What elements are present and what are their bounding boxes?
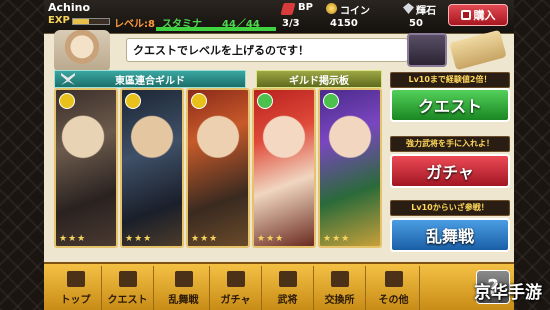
nav-other[interactable]: その他 — [368, 266, 420, 310]
nav-exchange[interactable]: 交換所 — [314, 266, 366, 310]
game-screen: Achino EXP レベル:8 スタミナ 44／44 BP 3/3 コイン 4… — [44, 0, 514, 310]
character-card[interactable]: ★★★ — [54, 88, 118, 248]
nav-busho[interactable]: 武将 — [262, 266, 314, 310]
attribute-icon — [125, 93, 141, 109]
bp-value: 3/3 — [282, 18, 300, 29]
treasure-chest-icon[interactable] — [407, 33, 447, 67]
character-card[interactable]: ★★★ — [120, 88, 184, 248]
crossed-swords-icon — [61, 73, 75, 85]
nav-label: ガチャ — [220, 295, 251, 306]
card-art — [254, 90, 314, 246]
gem-label: 輝石 — [416, 6, 436, 17]
card-stars: ★★★ — [191, 234, 219, 244]
exp-bar-fill — [73, 19, 90, 24]
watermark: 京华手游 — [474, 282, 542, 303]
stamina-bar-fill — [156, 27, 276, 31]
ranbu-button[interactable]: 乱舞戦 — [390, 218, 510, 252]
exchange-p-icon — [330, 271, 349, 287]
coin-value: 4150 — [330, 18, 358, 29]
attribute-icon — [59, 93, 75, 109]
attribute-icon — [257, 93, 273, 109]
castle-icon — [66, 271, 85, 287]
nav-label: 交換所 — [324, 295, 355, 306]
card-stars: ★★★ — [59, 234, 87, 244]
card-stars: ★★★ — [257, 234, 285, 244]
exp-label: EXP — [48, 15, 70, 26]
character-card[interactable]: ★★★ — [186, 88, 250, 248]
deck-card-row: ★★★ ★★★ ★★★ ★★★ ★★★ — [54, 88, 384, 248]
status-bar: Achino EXP レベル:8 スタミナ 44／44 BP 3/3 コイン 4… — [44, 0, 514, 34]
bp-icon — [280, 3, 296, 15]
card-stars: ★★★ — [323, 234, 351, 244]
quest-banner: Lv10まで経験値2倍！ — [390, 72, 510, 88]
navigator-message: クエストでレベルを上げるのです！ — [126, 38, 408, 62]
coin-label: コイン — [340, 6, 370, 17]
card-stars: ★★★ — [125, 234, 153, 244]
gacha-banner: 強力武将を手に入れよ！ — [390, 136, 510, 152]
nav-top[interactable]: トップ — [50, 266, 102, 310]
gacha-button[interactable]: ガチャ — [390, 154, 510, 188]
nav-quest[interactable]: クエスト — [102, 266, 154, 310]
bp-label: BP — [298, 2, 313, 13]
scroll-icon[interactable] — [449, 29, 507, 71]
buy-button[interactable]: 購入 — [448, 4, 508, 26]
stamina-bar — [156, 27, 276, 31]
gift-icon — [460, 10, 471, 20]
card-art — [56, 90, 116, 246]
nav-gacha[interactable]: ガチャ — [210, 266, 262, 310]
exp-bar — [72, 18, 110, 25]
guild-name-tab[interactable]: 東區連合ギルド — [54, 70, 246, 88]
guild-name: 東區連合ギルド — [115, 75, 185, 87]
attribute-icon — [191, 93, 207, 109]
character-card[interactable]: ★★★ — [318, 88, 382, 248]
buy-button-label: 購入 — [473, 9, 496, 22]
gem-icon — [403, 3, 414, 14]
banner-icon — [174, 271, 193, 287]
nav-label: 武将 — [277, 295, 298, 306]
gears-icon — [384, 271, 403, 287]
cards-icon — [226, 271, 245, 287]
player-name: Achino — [48, 1, 91, 14]
coin-icon — [326, 3, 337, 14]
card-stack-icon — [278, 271, 297, 287]
card-art — [320, 90, 380, 246]
nav-ranbu[interactable]: 乱舞戦 — [158, 266, 210, 310]
card-art — [122, 90, 182, 246]
quest-button[interactable]: クエスト — [390, 88, 510, 122]
nav-label: トップ — [60, 295, 91, 306]
nav-label: 乱舞戦 — [168, 295, 199, 306]
guild-board-label: ギルド掲示板 — [289, 75, 349, 87]
attribute-icon — [323, 93, 339, 109]
nav-label: クエスト — [107, 295, 148, 306]
flag-icon — [118, 271, 137, 287]
character-card[interactable]: ★★★ — [252, 88, 316, 248]
nav-label: その他 — [378, 295, 409, 306]
gem-value: 50 — [409, 18, 423, 29]
guild-board-tab[interactable]: ギルド掲示板 — [256, 70, 382, 88]
card-art — [188, 90, 248, 246]
ranbu-banner: Lv10からいざ参戦！ — [390, 200, 510, 216]
bottom-nav: トップ クエスト 乱舞戦 ガチャ 武将 交換所 その他 ? — [44, 262, 514, 310]
navigator-avatar — [54, 30, 110, 72]
level-label: レベル:8 — [114, 19, 155, 30]
